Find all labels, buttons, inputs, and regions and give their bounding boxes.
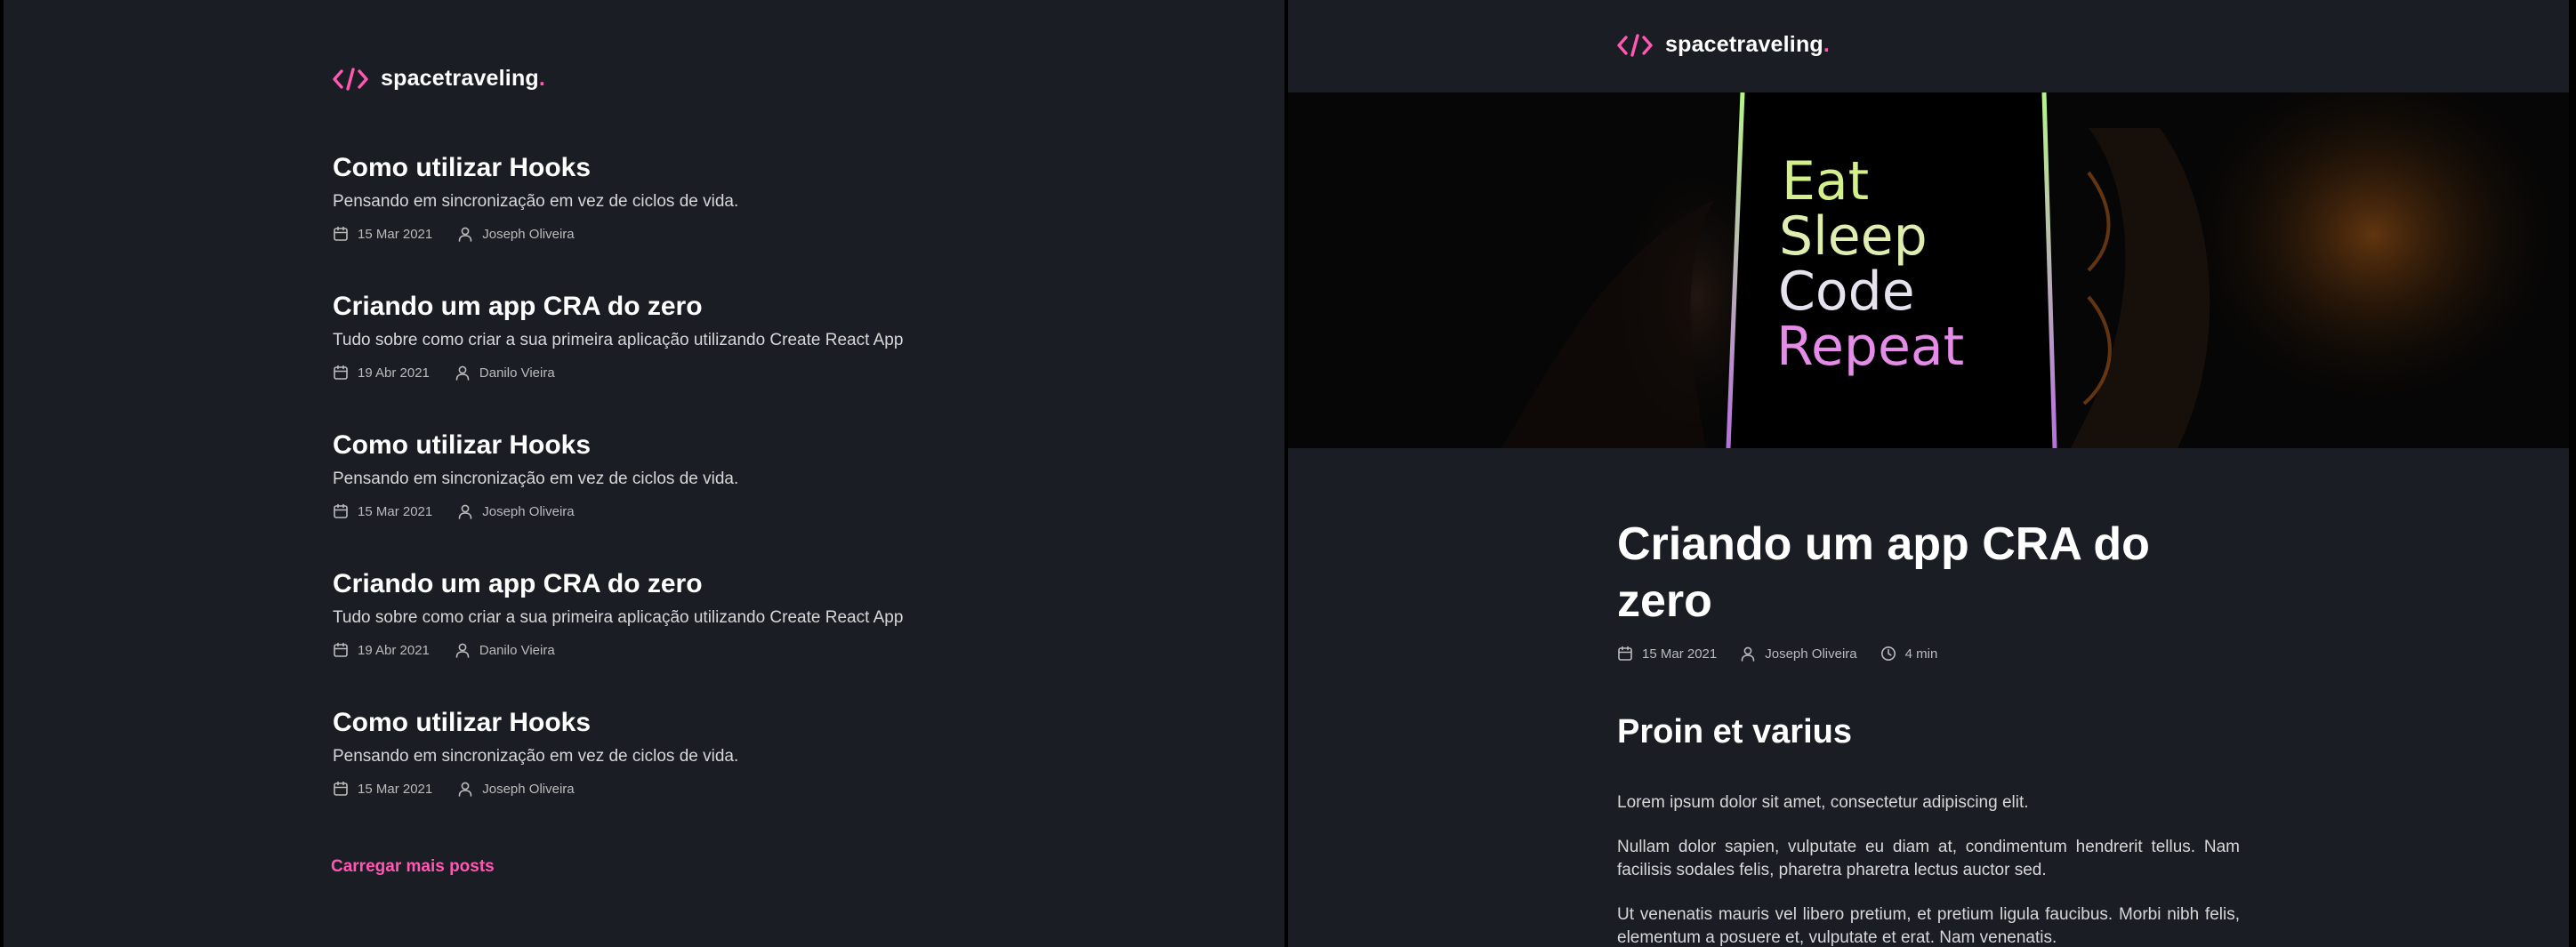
post-panel: spacetraveling. Eat Sleep Code Repeat Cr… [1288,0,2569,947]
load-more-button[interactable]: Carregar mais posts [331,857,495,877]
post-author: Danilo Vieira [455,642,555,658]
post-subtitle: Pensando em sincronização em vez de cicl… [333,747,739,766]
post-page-reading-time-text: 4 min [1904,646,1938,662]
post-meta: 19 Abr 2021 Danilo Vieira [333,365,1044,381]
post-subtitle: Pensando em sincronização em vez de cicl… [333,469,739,488]
post-author: Joseph Oliveira [457,226,575,242]
banner-illustration: Eat Sleep Code Repeat [1288,92,2569,448]
post-date-text: 19 Abr 2021 [358,642,430,658]
home-logo[interactable]: spacetraveling. [333,66,545,92]
user-icon [455,365,471,381]
post-page-date-text: 15 Mar 2021 [1642,646,1718,662]
body-paragraph: Nullam dolor sapien, vulputate eu diam a… [1617,838,2240,879]
post-item[interactable]: Como utilizar Hooks Pensando em sincroni… [333,706,1044,797]
post-meta: 15 Mar 2021 Joseph Oliveira [333,781,1044,797]
post-author: Danilo Vieira [455,365,555,381]
post-title[interactable]: Criando um app CRA do zero [333,290,1044,324]
section-heading: Proin et varius [1617,713,1852,750]
post-date: 15 Mar 2021 [333,226,432,242]
post-date-text: 15 Mar 2021 [358,226,433,242]
brand-name: spacetraveling [381,66,539,91]
post-page-author-text: Joseph Oliveira [1765,646,1857,662]
post-page-date: 15 Mar 2021 [1617,646,1717,662]
calendar-icon [1617,646,1633,662]
post-title[interactable]: Criando um app CRA do zero [333,567,1044,601]
post-author-text: Joseph Oliveira [482,781,575,797]
post-author-text: Danilo Vieira [479,365,555,381]
calendar-icon [333,781,349,797]
post-body: Lorem ipsum dolor sit amet, consectetur … [1617,791,2240,947]
post-banner-image: Eat Sleep Code Repeat [1288,92,2569,448]
user-icon [455,642,471,658]
post-page-reading-time: 4 min [1880,646,1938,662]
calendar-icon [333,365,349,381]
post-page-title: Criando um app CRA do zero [1617,518,2150,627]
post-article: Criando um app CRA do zero 15 Mar 2021 J… [1617,516,2240,947]
post-author-text: Danilo Vieira [479,642,555,658]
page: spacetraveling. Como utilizar Hooks Pens… [0,0,2576,947]
post-date: 15 Mar 2021 [333,503,432,519]
calendar-icon [333,226,349,242]
user-icon [457,503,473,519]
brand-dot: . [538,66,545,91]
post-title[interactable]: Como utilizar Hooks [333,706,1044,740]
post-item[interactable]: Como utilizar Hooks Pensando em sincroni… [333,151,1044,242]
post-page-meta: 15 Mar 2021 Joseph Oliveira 4 min [1617,646,2240,662]
post-date: 19 Abr 2021 [333,365,430,381]
user-icon [1740,646,1756,662]
post-meta: 15 Mar 2021 Joseph Oliveira [333,503,1044,519]
post-date: 19 Abr 2021 [333,642,430,658]
post-date-text: 15 Mar 2021 [358,503,433,519]
post-page-author: Joseph Oliveira [1740,646,1857,662]
post-author: Joseph Oliveira [457,503,575,519]
code-brackets-icon [1617,33,1653,58]
calendar-icon [333,642,349,658]
post-title[interactable]: Como utilizar Hooks [333,429,1044,462]
post-subtitle: Tudo sobre como criar a sua primeira apl… [333,331,904,349]
post-item[interactable]: Criando um app CRA do zero Tudo sobre co… [333,567,1044,658]
post-item[interactable]: Como utilizar Hooks Pensando em sincroni… [333,429,1044,519]
banner-text-code: Code [1778,261,1915,323]
post-item[interactable]: Criando um app CRA do zero Tudo sobre co… [333,290,1044,381]
post-meta: 15 Mar 2021 Joseph Oliveira [333,226,1044,242]
post-date-text: 15 Mar 2021 [358,781,433,797]
post-page-logo[interactable]: spacetraveling. [1617,32,1830,58]
body-paragraph: Lorem ipsum dolor sit amet, consectetur … [1617,793,2029,812]
clock-icon [1880,646,1896,662]
banner-text-eat: Eat [1782,150,1869,213]
home-panel: spacetraveling. Como utilizar Hooks Pens… [4,0,1284,947]
banner-text-sleep: Sleep [1779,205,1928,268]
post-author-text: Joseph Oliveira [482,226,575,242]
brand-dot: . [1823,32,1830,57]
post-meta: 19 Abr 2021 Danilo Vieira [333,642,1044,658]
brand-name: spacetraveling [1665,32,1823,57]
body-paragraph: Ut venenatis mauris vel libero pretium, … [1617,905,2240,947]
calendar-icon [333,503,349,519]
code-brackets-icon [333,67,368,92]
post-subtitle: Tudo sobre como criar a sua primeira apl… [333,608,904,627]
user-icon [457,781,473,797]
post-author-text: Joseph Oliveira [482,503,575,519]
post-date: 15 Mar 2021 [333,781,432,797]
post-subtitle: Pensando em sincronização em vez de cicl… [333,192,739,211]
banner-text-repeat: Repeat [1776,316,1964,378]
post-author: Joseph Oliveira [457,781,575,797]
post-title[interactable]: Como utilizar Hooks [333,151,1044,185]
post-header: spacetraveling. [1288,0,2569,94]
post-date-text: 19 Abr 2021 [358,365,430,381]
user-icon [457,226,473,242]
